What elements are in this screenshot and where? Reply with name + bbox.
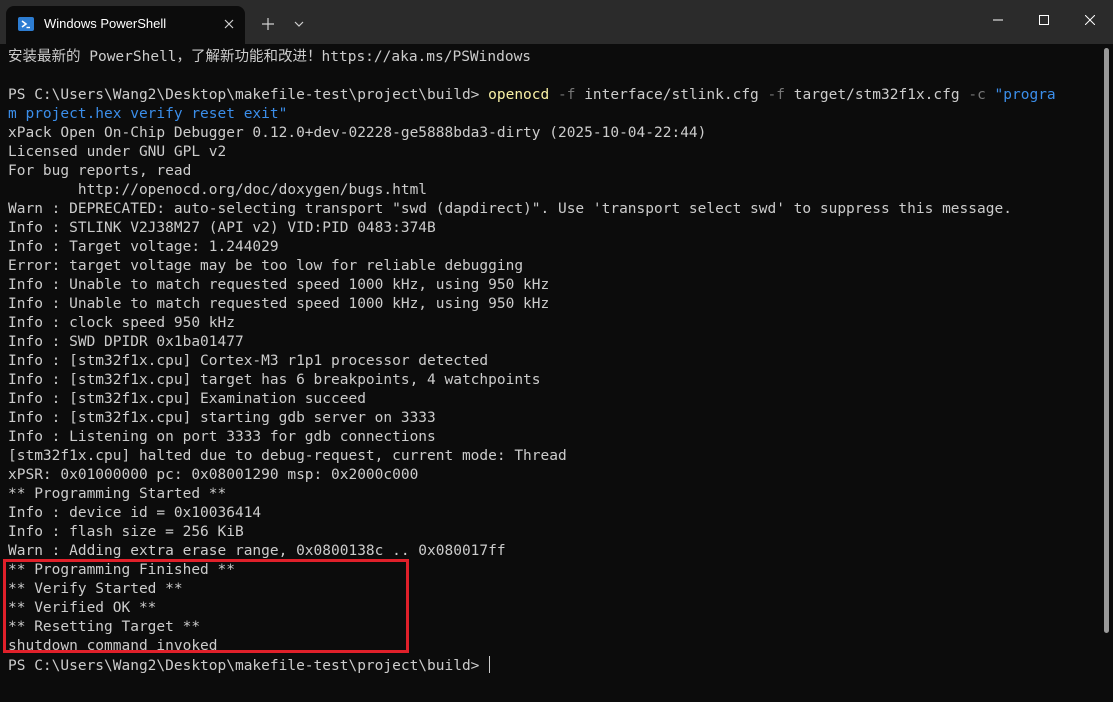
output-line: Info : clock speed 950 kHz	[8, 315, 235, 331]
output-line: Licensed under GNU GPL v2	[8, 144, 227, 160]
tab-title: Windows PowerShell	[44, 16, 167, 31]
close-window-button[interactable]	[1067, 0, 1113, 40]
output-line: Info : Unable to match requested speed 1…	[8, 277, 550, 293]
output-line: Info : device id = 0x10036414	[8, 505, 262, 521]
output-line: Info : [stm32f1x.cpu] Examination succee…	[8, 391, 366, 407]
new-tab-plus-icon[interactable]	[256, 12, 280, 36]
output-line: Info : Unable to match requested speed 1…	[8, 296, 550, 312]
command-string: "progra	[994, 87, 1056, 103]
prompt: PS C:\Users\Wang2\Desktop\makefile-test\…	[8, 87, 489, 103]
output-line: For bug reports, read	[8, 163, 192, 179]
output-line: Info : STLINK V2J38M27 (API v2) VID:PID …	[8, 220, 436, 236]
command-line: PS C:\Users\Wang2\Desktop\makefile-test\…	[8, 86, 1103, 105]
title-bar[interactable]: Windows PowerShell	[0, 0, 1113, 44]
text-cursor	[489, 656, 491, 673]
minimize-button[interactable]	[975, 0, 1021, 40]
prompt: PS C:\Users\Wang2\Desktop\makefile-test\…	[8, 658, 489, 674]
command-exe: openocd	[488, 87, 550, 103]
command-arg: interface/stlink.cfg	[584, 87, 759, 103]
output-line: Info : [stm32f1x.cpu] Cortex-M3 r1p1 pro…	[8, 353, 489, 369]
output-line: http://openocd.org/doc/doxygen/bugs.html	[8, 182, 428, 198]
output-line: [stm32f1x.cpu] halted due to debug-reque…	[8, 448, 567, 464]
final-prompt-line[interactable]: PS C:\Users\Wang2\Desktop\makefile-test\…	[8, 656, 1103, 675]
scrollbar[interactable]	[1104, 48, 1109, 633]
output-line: Info : flash size = 256 KiB	[8, 524, 244, 540]
output-line: Warn : DEPRECATED: auto-selecting transp…	[8, 201, 1012, 217]
output-line: Info : SWD DPIDR 0x1ba01477	[8, 334, 244, 350]
output-line: Info : [stm32f1x.cpu] target has 6 break…	[8, 372, 541, 388]
command-flag: -f	[767, 87, 785, 103]
command-arg: target/stm32f1x.cfg	[793, 87, 960, 103]
output-line: Error: target voltage may be too low for…	[8, 258, 524, 274]
banner-line: 安装最新的 PowerShell，了解新功能和改进！https://aka.ms…	[8, 49, 532, 65]
tab-windows-powershell[interactable]: Windows PowerShell	[6, 6, 245, 44]
close-tab-icon[interactable]	[220, 15, 238, 33]
highlight-box	[3, 559, 409, 653]
maximize-button[interactable]	[1021, 0, 1067, 40]
output-line: xPSR: 0x01000000 pc: 0x08001290 msp: 0x2…	[8, 467, 419, 483]
output-line: Info : [stm32f1x.cpu] starting gdb serve…	[8, 410, 436, 426]
output-line: ** Programming Started **	[8, 486, 227, 502]
chevron-down-icon[interactable]	[290, 12, 308, 36]
command-flag: -c	[968, 87, 986, 103]
output-line: Info : Target voltage: 1.244029	[8, 239, 279, 255]
output-line: xPack Open On-Chip Debugger 0.12.0+dev-0…	[8, 125, 707, 141]
command-flag: -f	[557, 87, 576, 103]
command-line-wrap: m project.hex verify reset exit"	[8, 106, 288, 122]
output-line: Info : Listening on port 3333 for gdb co…	[8, 429, 436, 445]
powershell-window: Windows PowerShell 安装最新的 PowerShell，了解新功…	[0, 0, 1113, 702]
powershell-icon	[18, 17, 34, 31]
